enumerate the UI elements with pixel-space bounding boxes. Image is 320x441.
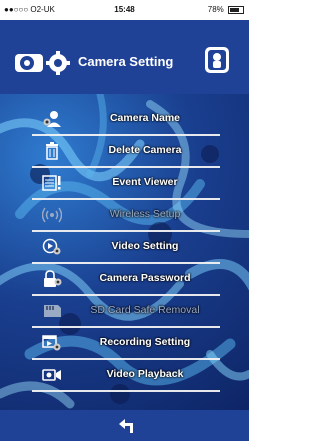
header: Camera Setting bbox=[0, 20, 249, 94]
settings-menu: Camera Name Delete Camera Event Viewer W… bbox=[0, 94, 249, 406]
menu-item-label: Camera Password bbox=[99, 272, 191, 284]
lock-gear-icon bbox=[44, 270, 62, 287]
menu-item-recording-setting[interactable]: Recording Setting bbox=[32, 328, 220, 360]
trash-icon bbox=[46, 142, 58, 160]
camera-settings-logo-icon bbox=[15, 51, 70, 75]
page-title: Camera Setting bbox=[78, 54, 174, 69]
video-camera-icon bbox=[42, 369, 61, 381]
wireless-icon bbox=[42, 207, 62, 223]
menu-item-label: Video Playback bbox=[106, 368, 184, 380]
menu-item-label: Wireless Setup bbox=[109, 208, 181, 220]
app-window: ●●○○○ O2-UK 15:48 78% Camera Setting Cam… bbox=[0, 0, 249, 441]
menu-item-camera-name[interactable]: Camera Name bbox=[32, 104, 220, 136]
menu-item-label: Camera Name bbox=[109, 112, 181, 124]
status-bar: ●●○○○ O2-UK 15:48 78% bbox=[0, 0, 249, 20]
camera-profile-button[interactable] bbox=[204, 46, 230, 74]
menu-item-delete-camera[interactable]: Delete Camera bbox=[32, 136, 220, 168]
menu-item-label: Event Viewer bbox=[112, 176, 178, 188]
menu-item-video-setting[interactable]: Video Setting bbox=[32, 232, 220, 264]
menu-item-label: SD Card Safe Removal bbox=[90, 304, 200, 316]
menu-item-sd-card-safe-removal[interactable]: SD Card Safe Removal bbox=[32, 296, 220, 328]
battery-icon bbox=[228, 5, 244, 14]
user-gear-icon bbox=[43, 111, 61, 127]
battery-indicator: 78% bbox=[208, 5, 244, 14]
event-list-icon bbox=[42, 175, 61, 191]
back-arrow-icon[interactable] bbox=[116, 416, 134, 434]
video-gear-icon bbox=[42, 238, 61, 255]
menu-item-wireless-setup[interactable]: Wireless Setup bbox=[32, 200, 220, 232]
footer-bar bbox=[0, 410, 249, 441]
menu-item-label: Delete Camera bbox=[108, 144, 182, 156]
menu-item-label: Video Setting bbox=[111, 240, 179, 252]
sd-card-icon bbox=[44, 305, 61, 317]
menu-item-camera-password[interactable]: Camera Password bbox=[32, 264, 220, 296]
divider bbox=[32, 390, 220, 392]
menu-item-label: Recording Setting bbox=[99, 336, 191, 348]
menu-item-video-playback[interactable]: Video Playback bbox=[32, 360, 220, 392]
battery-percent: 78% bbox=[207, 5, 224, 14]
menu-item-event-viewer[interactable]: Event Viewer bbox=[32, 168, 220, 200]
film-gear-icon bbox=[42, 335, 61, 351]
